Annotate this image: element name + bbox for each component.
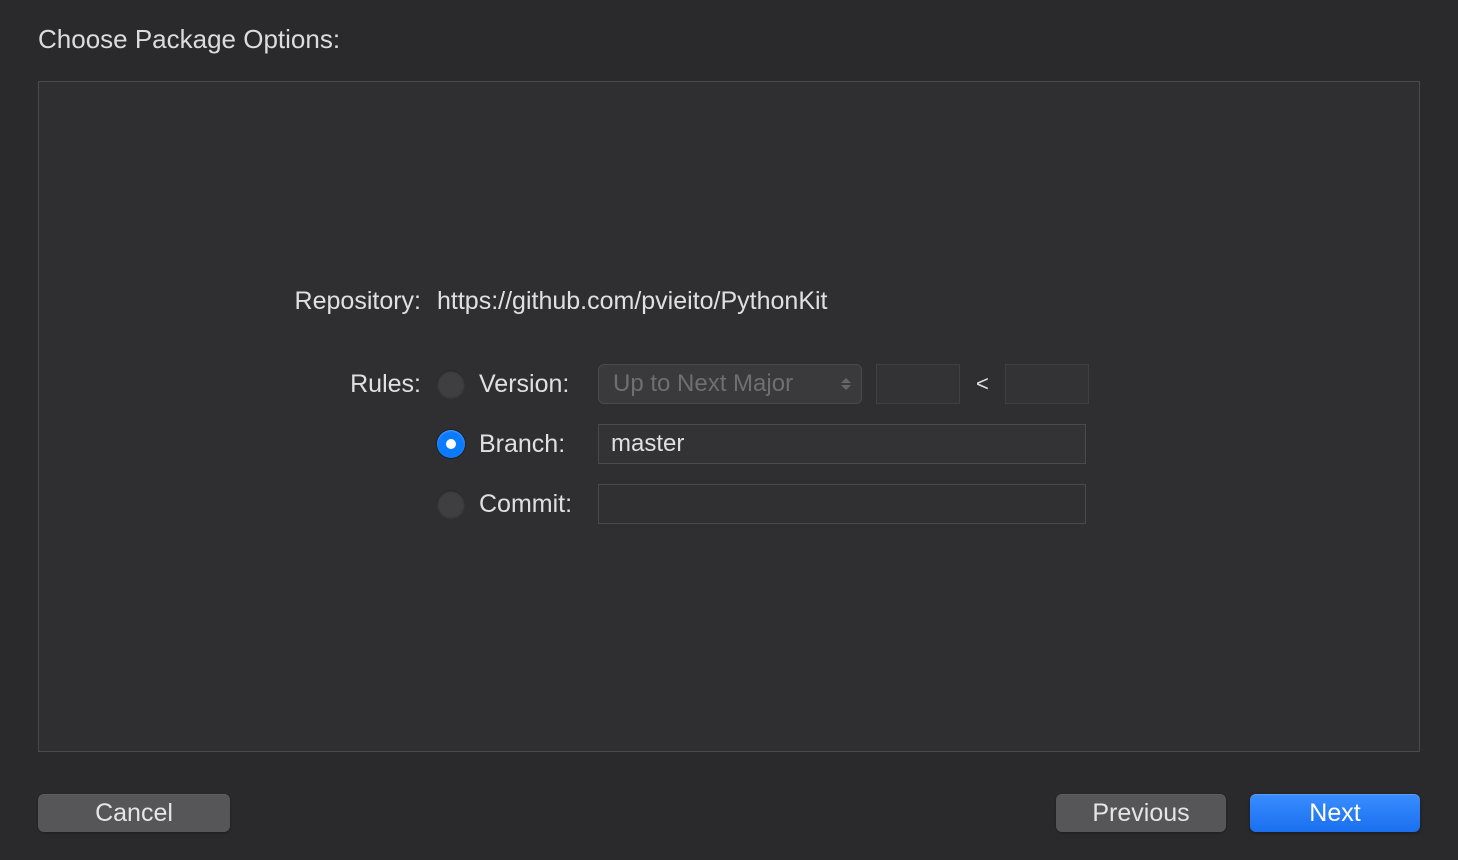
version-dropdown-value: Up to Next Major: [613, 370, 793, 398]
previous-button[interactable]: Previous: [1056, 794, 1226, 832]
version-label: Version:: [479, 370, 584, 399]
dialog-title: Choose Package Options:: [38, 24, 1420, 55]
version-radio[interactable]: [437, 370, 465, 398]
dialog-buttons: Cancel Previous Next: [38, 794, 1420, 832]
rules-commit-row: Commit:: [79, 484, 1379, 524]
repository-value: https://github.com/pvieito/PythonKit: [437, 287, 828, 316]
cancel-button[interactable]: Cancel: [38, 794, 230, 832]
next-button[interactable]: Next: [1250, 794, 1420, 832]
repository-label: Repository:: [79, 287, 421, 316]
form-area: Repository: https://github.com/pvieito/P…: [39, 287, 1419, 544]
rules-version-row: Rules: Version: Up to Next Major <: [79, 364, 1379, 404]
repository-row: Repository: https://github.com/pvieito/P…: [79, 287, 1379, 316]
content-panel: Repository: https://github.com/pvieito/P…: [38, 81, 1420, 752]
package-options-dialog: Choose Package Options: Repository: http…: [0, 0, 1458, 860]
version-upper-input[interactable]: [1005, 364, 1089, 404]
branch-radio[interactable]: [437, 430, 465, 458]
version-lower-input[interactable]: [876, 364, 960, 404]
commit-input[interactable]: [598, 484, 1086, 524]
commit-radio[interactable]: [437, 490, 465, 518]
branch-label: Branch:: [479, 430, 584, 459]
branch-input[interactable]: [598, 424, 1086, 464]
version-dropdown[interactable]: Up to Next Major: [598, 364, 862, 404]
commit-label: Commit:: [479, 490, 584, 519]
version-range-separator: <: [974, 371, 991, 397]
dropdown-arrows-icon: [841, 378, 851, 390]
rules-branch-row: Branch:: [79, 424, 1379, 464]
rules-label: Rules:: [79, 370, 421, 399]
